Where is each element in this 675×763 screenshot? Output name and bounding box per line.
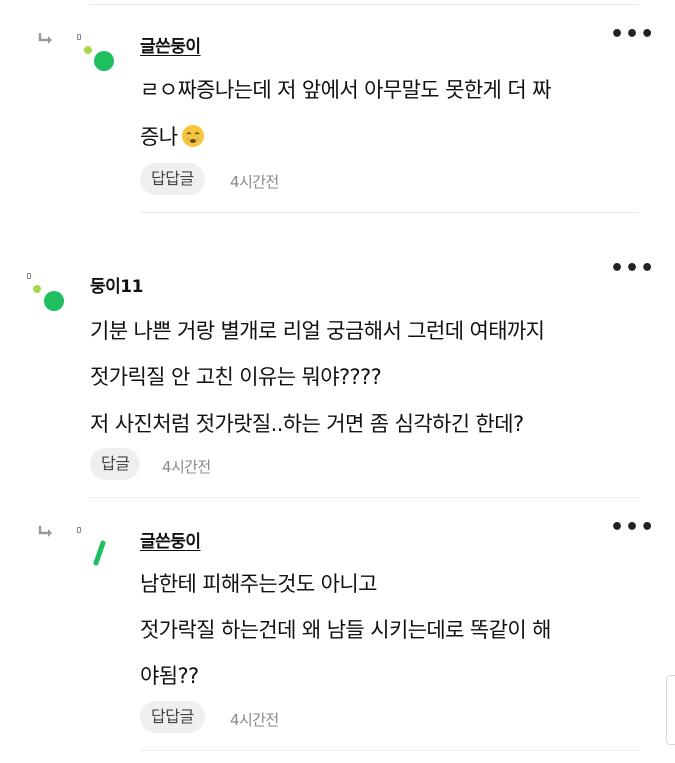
avatar[interactable] bbox=[88, 535, 128, 575]
crying-face-icon bbox=[182, 125, 205, 147]
divider bbox=[140, 212, 638, 213]
badge-icon bbox=[27, 273, 31, 279]
divider bbox=[90, 4, 638, 5]
comment-text: 증나 bbox=[140, 125, 178, 149]
comment-text-line: 저 사진처럼 젓가랏질..하는 거면 좀 심각하긴 한데? bbox=[90, 412, 524, 436]
more-options-icon[interactable]: ••• bbox=[610, 517, 655, 539]
reply-arrow-icon bbox=[38, 526, 52, 537]
comment-text-line: 젓가락질 하는건데 왜 남들 시키는데로 똑같이 해 bbox=[140, 618, 551, 642]
more-options-icon[interactable]: ••• bbox=[610, 24, 655, 46]
avatar[interactable] bbox=[30, 280, 70, 320]
reply-button[interactable]: 답답글 bbox=[140, 163, 205, 195]
reply-button[interactable]: 답글 bbox=[90, 448, 141, 480]
comment-text-line: 기분 나쁜 거랑 별개로 리얼 궁금해서 그런데 여태까지 bbox=[90, 319, 545, 343]
timestamp: 4시간전 bbox=[230, 173, 279, 191]
reply-arrow-icon bbox=[38, 33, 52, 44]
timestamp: 4시간전 bbox=[162, 458, 211, 476]
timestamp: 4시간전 bbox=[230, 711, 279, 729]
badge-icon bbox=[77, 34, 81, 40]
author-name[interactable]: 둥이11 bbox=[90, 272, 143, 297]
comment-text-line: 남한테 피해주는것도 아니고 bbox=[140, 572, 377, 596]
reply-button[interactable]: 답답글 bbox=[140, 701, 205, 733]
comment-text-line: 젓가릭질 안 고친 이유는 뭐야???? bbox=[90, 365, 382, 389]
divider bbox=[140, 750, 638, 751]
more-options-icon[interactable]: ••• bbox=[610, 258, 655, 280]
divider bbox=[90, 497, 638, 498]
comment-text-line: 야됨?? bbox=[140, 664, 199, 688]
badge-icon bbox=[77, 527, 81, 533]
author-name[interactable]: 글쓴둥이 bbox=[140, 32, 201, 57]
author-name[interactable]: 글쓴둥이 bbox=[140, 527, 201, 552]
side-tab[interactable] bbox=[666, 675, 675, 745]
avatar[interactable] bbox=[82, 42, 122, 82]
comment-text-line: ㄹㅇ짜증나는데 저 앞에서 아무말도 못한게 더 짜 bbox=[140, 78, 551, 102]
comment-text-line: 증나 bbox=[140, 121, 205, 151]
